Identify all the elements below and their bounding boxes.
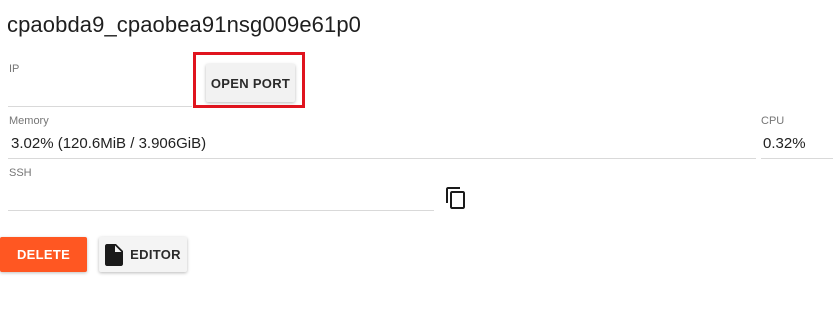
memory-underline <box>8 158 756 159</box>
container-detail-panel: cpaobda9_cpaobea91nsg009e61p0 IP OPEN PO… <box>0 0 833 321</box>
copy-icon[interactable] <box>444 186 468 210</box>
ssh-label: SSH <box>9 167 32 179</box>
ip-underline <box>8 106 192 107</box>
memory-value: 3.02% (120.6MiB / 3.906GiB) <box>11 135 207 152</box>
cpu-label: CPU <box>761 115 785 127</box>
cpu-underline <box>761 158 833 159</box>
memory-label: Memory <box>9 115 49 127</box>
container-name-title: cpaobda9_cpaobea91nsg009e61p0 <box>7 12 362 37</box>
delete-button[interactable]: DELETE <box>0 237 87 272</box>
ssh-underline <box>8 210 434 211</box>
editor-button[interactable]: EDITOR <box>99 237 187 272</box>
open-port-button[interactable]: OPEN PORT <box>206 64 295 102</box>
editor-button-label: EDITOR <box>130 247 181 262</box>
file-icon <box>105 243 124 266</box>
cpu-value: 0.32% <box>763 135 806 152</box>
ip-label: IP <box>9 63 20 75</box>
